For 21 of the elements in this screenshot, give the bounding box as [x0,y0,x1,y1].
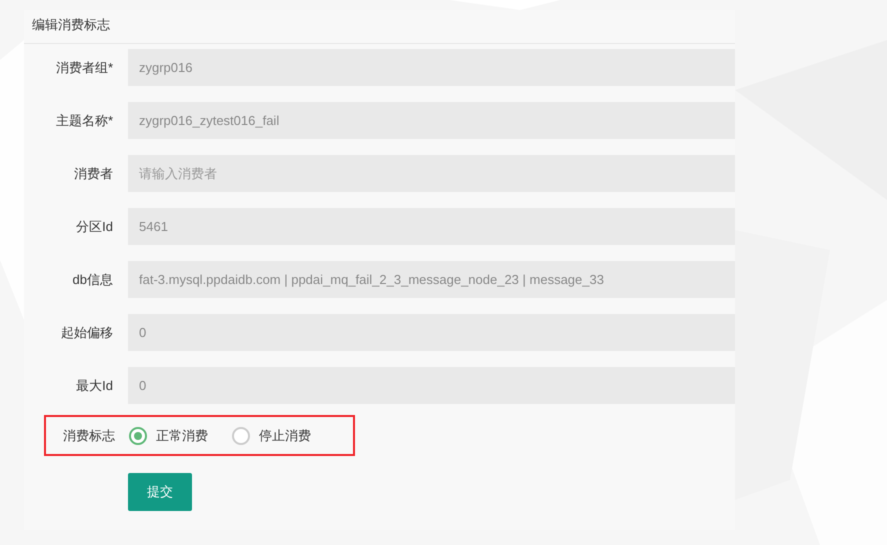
radio-button[interactable] [129,426,147,444]
field-label: 最大Id [75,376,114,394]
panel-title: 编辑消费标志 [32,16,110,34]
input-field[interactable]: 5461 [128,208,735,245]
input-field[interactable]: 0 [128,367,735,404]
field-label: 消费者 [73,164,114,182]
input-field[interactable]: fat-3.mysql.ppdaidb.com | ppdai_mq_fail_2_3_message_node_23 | message_33 [128,261,735,298]
field-label: 主题名称* [54,112,114,130]
submit-button[interactable]: 提交 [128,473,192,511]
field-label: db信息 [72,270,114,288]
field-label: 消费者组* [54,58,114,76]
input-field[interactable]: zygrp016 [128,49,735,86]
field-label: 起始偏移 [60,324,114,342]
radio-label[interactable]: 停止消费 [259,426,311,444]
input-field[interactable]: zygrp016_zytest016_fail [128,102,735,139]
input-field[interactable]: 0 [128,314,735,351]
field-label: 消费标志 [62,426,116,444]
input-field[interactable]: 请输入消费者 [128,155,735,192]
radio-label[interactable]: 正常消费 [156,426,208,444]
field-label: 分区Id [75,218,114,236]
radio-button[interactable] [232,426,250,444]
